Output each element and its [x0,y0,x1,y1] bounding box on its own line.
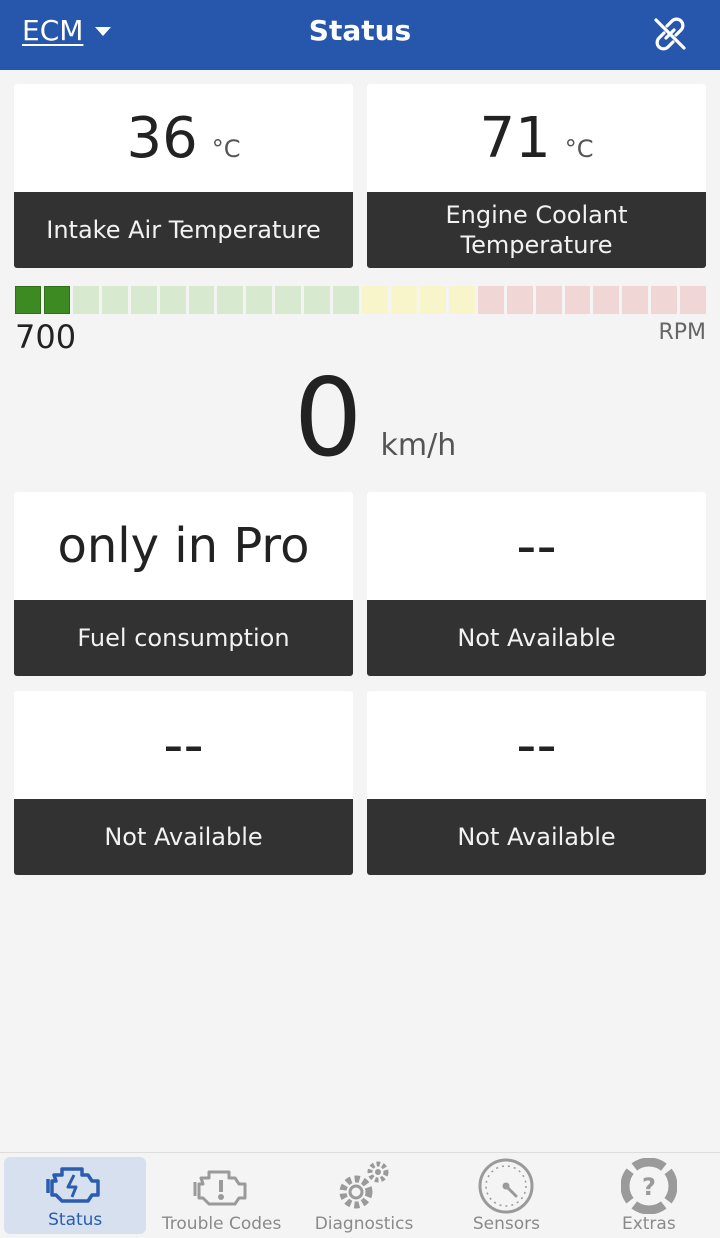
rpm-segment [217,286,244,314]
tab-trouble-codes[interactable]: Trouble Codes [150,1153,292,1238]
tab-status[interactable]: Status [4,1157,147,1234]
disconnect-link-icon[interactable] [650,14,690,54]
card-value: 71 °C [367,84,706,192]
ecu-selector-label: ECM [22,14,84,47]
engine-coolant-temp-card[interactable]: 71 °C Engine Coolant Temperature [367,84,706,268]
rpm-segment [15,286,41,314]
sensor-card[interactable]: -- Not Available [14,691,353,875]
tab-diagnostics[interactable]: Diagnostics [293,1153,435,1238]
rpm-segment [275,286,302,314]
rpm-segment [622,286,649,314]
fuel-consumption-value: only in Pro [57,518,310,574]
rpm-segment [101,286,128,314]
intake-air-temp-value: 36 [126,105,198,171]
speed-value: 0 [293,356,363,481]
rpm-segment [43,286,70,314]
card-value: 36 °C [14,84,353,192]
rpm-segment [72,286,99,314]
intake-air-temp-unit: °C [211,135,241,163]
sensor-card-value: -- [516,712,557,778]
rpm-segment [130,286,157,314]
sensor-card-value: -- [163,712,204,778]
engine-icon [45,1157,105,1208]
rpm-segment [304,286,331,314]
sensor-card[interactable]: -- Not Available [367,691,706,875]
rpm-segment [362,286,388,314]
rpm-gauge-bar [15,286,707,314]
rpm-segment [188,286,215,314]
sensor-card-label: Not Available [367,600,706,676]
rpm-segment [651,286,678,314]
rpm-segment [506,286,533,314]
svg-text:?: ? [642,1173,656,1201]
intake-air-temp-label: Intake Air Temperature [14,192,353,268]
tab-diagnostics-label: Diagnostics [314,1214,414,1234]
rpm-segment [159,286,186,314]
rpm-segment [419,286,446,314]
rpm-value: 700 [15,318,77,356]
engine-coolant-temp-unit: °C [564,135,594,163]
rpm-segment [246,286,273,314]
fuel-consumption-label: Fuel consumption [14,600,353,676]
chevron-down-icon [95,27,112,36]
sensor-card[interactable]: -- Not Available [367,492,706,676]
engine-coolant-temp-label: Engine Coolant Temperature [367,192,706,268]
ecu-selector[interactable]: ECM [22,14,112,47]
rpm-segment [448,286,475,314]
fuel-consumption-card[interactable]: only in Pro Fuel consumption [14,492,353,676]
rpm-segment [564,286,591,314]
tab-sensors-label: Sensors [472,1214,540,1234]
engine-warning-icon [192,1160,252,1212]
rpm-segment [680,286,707,314]
tab-sensors[interactable]: Sensors [435,1153,577,1238]
tab-trouble-codes-label: Trouble Codes [161,1214,282,1234]
engine-coolant-temp-value: 71 [479,105,551,171]
top-app-bar: ECM Status [0,0,720,70]
rpm-segment [390,286,417,314]
help-lifebuoy-icon: ? [619,1158,679,1214]
rpm-label: RPM [658,320,706,345]
sensor-card-label: Not Available [14,799,353,875]
sensor-card-label: Not Available [367,799,706,875]
tab-extras-label: Extras [621,1214,676,1234]
tab-extras[interactable]: ? Extras [578,1153,720,1238]
gears-icon [334,1160,394,1212]
rpm-segment [333,286,360,314]
rpm-segment [477,286,504,314]
intake-air-temp-card[interactable]: 36 °C Intake Air Temperature [14,84,353,268]
speed-readout: 0 km/h [0,365,720,473]
rpm-segment [593,286,620,314]
tab-status-label: Status [48,1210,103,1230]
rpm-segment [535,286,562,314]
sensor-card-value: -- [516,513,557,579]
bottom-tab-bar: Status Trouble Codes Diagnostics Sensors… [0,1152,720,1238]
gauge-icon [476,1158,536,1214]
speed-unit: km/h [380,428,457,463]
